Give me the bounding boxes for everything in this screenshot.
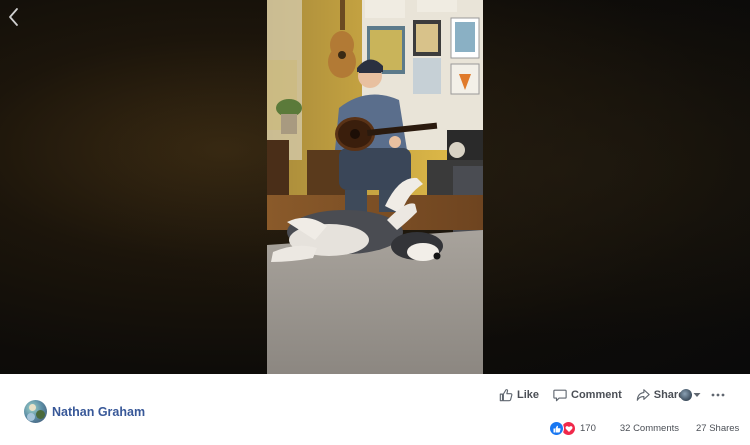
reactions-count[interactable]: 170 [580, 423, 596, 434]
like-label: Like [517, 389, 540, 401]
post-stats: 170 32 Comments 27 Shares [549, 421, 739, 436]
mini-avatar [680, 389, 692, 401]
share-arrow-icon [636, 389, 650, 401]
video-stage [0, 0, 750, 374]
like-button[interactable]: Like [499, 388, 539, 402]
author-name[interactable]: Nathan Graham [52, 405, 145, 419]
action-bar: Like Comment Share [499, 388, 684, 402]
share-button[interactable]: Share [636, 388, 684, 402]
comment-label: Comment [571, 389, 622, 401]
video-frame [267, 0, 483, 374]
caret-down-icon [693, 393, 701, 397]
like-reaction-icon [549, 421, 564, 436]
shares-count[interactable]: 27 Shares [696, 423, 739, 434]
share-audience-selector[interactable] [680, 389, 701, 401]
comment-button[interactable]: Comment [553, 388, 622, 402]
more-dots-icon [711, 393, 725, 397]
video-player[interactable] [267, 0, 483, 374]
post-bar: Nathan Graham Like Comment Share 170 32 … [0, 374, 750, 445]
reaction-icons[interactable] [549, 421, 576, 436]
speech-bubble-icon [553, 389, 567, 402]
back-button[interactable] [2, 4, 24, 30]
thumbs-up-icon [499, 389, 513, 402]
chevron-left-icon [9, 8, 18, 26]
more-options-button[interactable] [707, 393, 729, 397]
avatar[interactable] [24, 400, 47, 423]
comments-count[interactable]: 32 Comments [620, 423, 679, 434]
post-options [680, 389, 729, 401]
post-author: Nathan Graham [24, 400, 145, 423]
